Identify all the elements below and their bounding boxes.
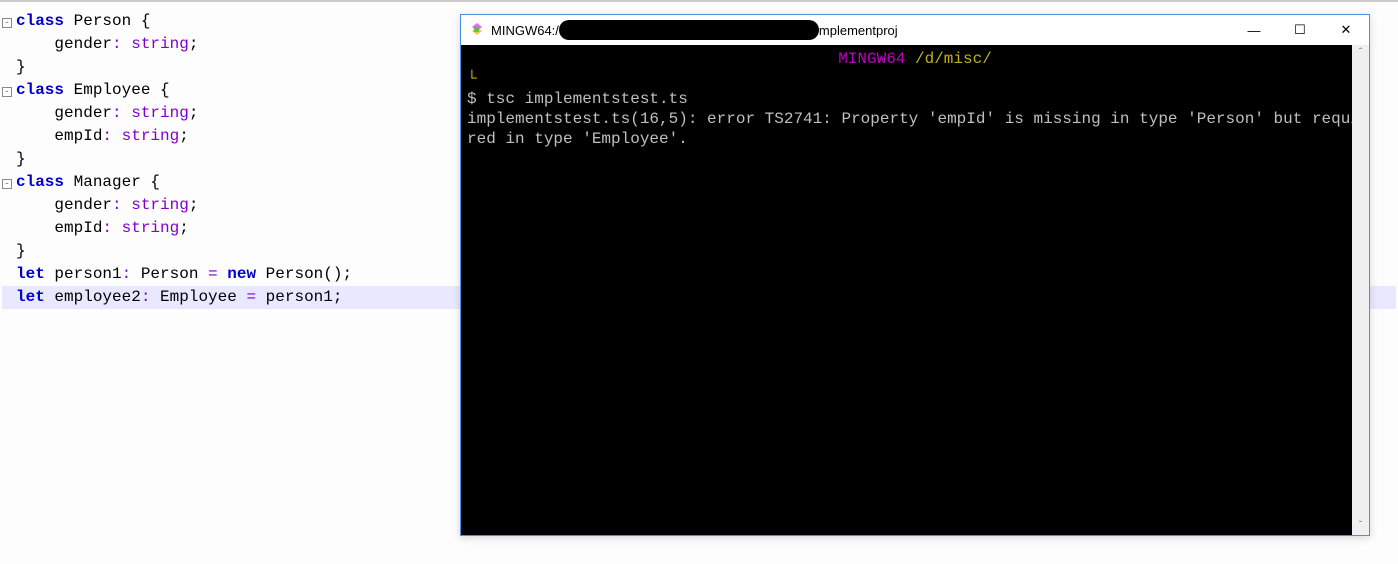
code-token: : — [102, 217, 121, 240]
code-token: Employee — [160, 286, 246, 309]
code-token: gender — [16, 102, 112, 125]
code-token: : — [112, 33, 131, 56]
fold-toggle-icon[interactable]: - — [2, 18, 12, 28]
code-token: let — [16, 263, 54, 286]
fold-gutter[interactable]: - — [2, 79, 16, 102]
terminal-command-line: $ tsc implementstest.ts — [467, 89, 1363, 109]
terminal-tail-marker: └ — [467, 69, 1363, 89]
terminal-scrollbar[interactable]: ˆ ˇ — [1352, 45, 1369, 535]
fold-gutter[interactable]: - — [2, 171, 16, 194]
terminal-header: MINGW64 /d/misc/ — [467, 49, 1363, 69]
terminal-path: /d/misc/ — [915, 50, 992, 68]
title-prefix: MINGW64:/ — [491, 23, 559, 38]
code-token: new — [227, 263, 265, 286]
code-token: = — [246, 286, 265, 309]
code-token: Person { — [74, 10, 151, 33]
terminal-app-icon — [469, 22, 485, 38]
code-token: employee2 — [54, 286, 140, 309]
prompt-sign: $ — [467, 90, 486, 108]
code-token: string — [131, 102, 189, 125]
fold-toggle-icon[interactable]: - — [2, 179, 12, 189]
code-token: string — [131, 194, 189, 217]
code-token: Person — [141, 263, 208, 286]
code-token: person1 — [54, 263, 121, 286]
code-token: : — [141, 286, 160, 309]
fold-gutter[interactable]: - — [2, 10, 16, 33]
code-token: } — [16, 148, 26, 171]
code-token: empId — [16, 217, 102, 240]
code-token: : — [102, 125, 121, 148]
code-token: class — [16, 10, 74, 33]
terminal-window: MINGW64:/ mplementproj — ☐ ✕ MINGW64 /d/… — [460, 14, 1370, 536]
window-controls: — ☐ ✕ — [1231, 15, 1369, 45]
terminal-env: MINGW64 — [838, 50, 915, 68]
code-token: class — [16, 171, 74, 194]
code-token: ; — [189, 194, 199, 217]
code-token: ; — [179, 217, 189, 240]
maximize-button[interactable]: ☐ — [1277, 15, 1323, 45]
title-suffix: mplementproj — [819, 23, 898, 38]
fold-toggle-icon[interactable]: - — [2, 87, 12, 97]
code-token: let — [16, 286, 54, 309]
minimize-button[interactable]: — — [1231, 15, 1277, 45]
titlebar-title: MINGW64:/ mplementproj — [491, 20, 898, 40]
code-token: ; — [333, 286, 343, 309]
scroll-up-icon[interactable]: ˆ — [1352, 45, 1369, 62]
code-token: class — [16, 79, 74, 102]
terminal-output: implementstest.ts(16,5): error TS2741: P… — [467, 109, 1363, 149]
code-token: person1 — [266, 286, 333, 309]
code-token: Employee { — [74, 79, 170, 102]
code-token: ; — [189, 102, 199, 125]
title-redacted — [559, 20, 819, 40]
code-token: Manager { — [74, 171, 160, 194]
code-token: } — [16, 240, 26, 263]
close-button[interactable]: ✕ — [1323, 15, 1369, 45]
terminal-command: tsc implementstest.ts — [486, 90, 688, 108]
terminal-body[interactable]: MINGW64 /d/misc/ └ $ tsc implementstest.… — [461, 45, 1369, 535]
code-token: ; — [179, 125, 189, 148]
code-token: gender — [16, 194, 112, 217]
code-token: string — [122, 125, 180, 148]
titlebar[interactable]: MINGW64:/ mplementproj — ☐ ✕ — [461, 15, 1369, 45]
code-token: = — [208, 263, 227, 286]
code-token: : — [122, 263, 141, 286]
code-token: : — [112, 194, 131, 217]
code-token: string — [131, 33, 189, 56]
code-token: Person — [266, 263, 324, 286]
scroll-down-icon[interactable]: ˇ — [1352, 518, 1369, 535]
code-token: string — [122, 217, 180, 240]
code-token: empId — [16, 125, 102, 148]
code-token: : — [112, 102, 131, 125]
code-token: gender — [16, 33, 112, 56]
code-token: ; — [189, 33, 199, 56]
code-token: } — [16, 56, 26, 79]
code-token: (); — [323, 263, 352, 286]
